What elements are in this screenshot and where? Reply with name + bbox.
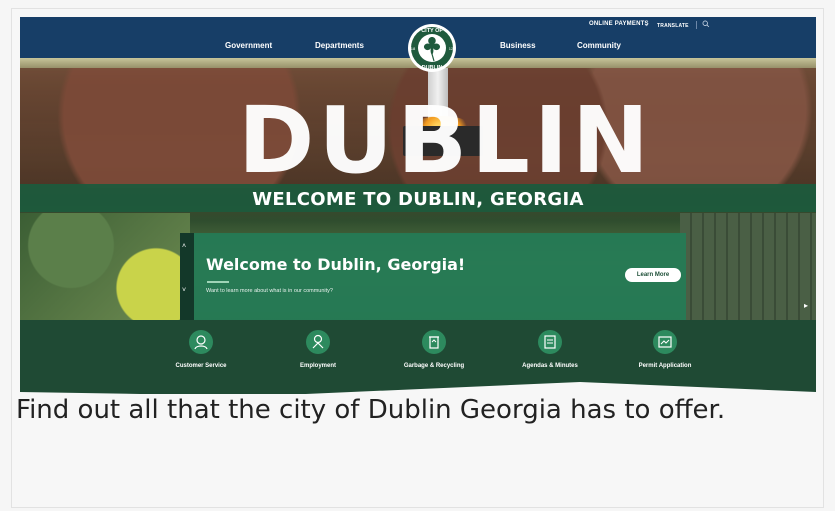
online-payments-link[interactable]: ONLINE PAYMENTS [589, 21, 649, 27]
fence-image [680, 213, 816, 320]
learn-more-button[interactable]: Learn More [625, 268, 681, 282]
website-screenshot[interactable]: ONLINE PAYMENTS ⌄ TRANSLATE Government D… [20, 17, 816, 394]
slide-up-arrow-icon[interactable]: ˄ [182, 243, 186, 250]
welcome-divider [207, 281, 229, 283]
quick-link-label: Permit Application [638, 363, 692, 369]
quick-link-label: Garbage & Recycling [403, 363, 465, 369]
quick-link-customer-service[interactable]: Customer Service [136, 330, 266, 369]
seal-year-left: 18 [411, 46, 416, 51]
welcome-subtitle: Want to learn more about what is in our … [206, 288, 333, 294]
slide-down-arrow-icon[interactable]: ˅ [182, 287, 186, 294]
link-preview-card[interactable]: ONLINE PAYMENTS ⌄ TRANSLATE Government D… [11, 8, 824, 508]
city-seal-logo[interactable]: CITY OF DUBLIN 18 12 [407, 23, 457, 73]
hero-big-word: DUBLIN [238, 87, 654, 194]
chevron-down-icon[interactable]: ⌄ [644, 21, 649, 28]
seal-bottom-text: DUBLIN [422, 65, 443, 71]
quick-link-label: Agendas & Minutes [522, 363, 578, 369]
quick-link-label: Customer Service [175, 363, 227, 369]
nav-business[interactable]: Business [500, 41, 536, 50]
welcome-title: Welcome to Dublin, Georgia! [206, 255, 466, 274]
quick-link-agendas-minutes[interactable]: Agendas & Minutes [485, 330, 615, 369]
nav-departments[interactable]: Departments [315, 41, 364, 50]
slide-next-arrow-icon[interactable]: ▸ [804, 301, 808, 310]
nav-community[interactable]: Community [577, 41, 621, 50]
nav-government[interactable]: Government [225, 41, 272, 50]
customer-service-icon [189, 330, 213, 354]
utility-divider [696, 21, 697, 29]
worker-image [20, 213, 190, 320]
seal-top-text: CITY OF [421, 28, 443, 34]
welcome-banner-text: WELCOME TO DUBLIN, GEORGIA [252, 189, 584, 210]
seal-year-right: 12 [449, 46, 454, 51]
link-description: Find out all that the city of Dublin Geo… [16, 395, 726, 425]
quick-link-label: Employment [299, 363, 336, 369]
search-icon[interactable] [702, 20, 710, 28]
quick-link-employment[interactable]: Employment [253, 330, 383, 369]
translate-link[interactable]: TRANSLATE [657, 23, 689, 29]
permit-icon [653, 330, 677, 354]
agenda-icon [538, 330, 562, 354]
recycling-icon [422, 330, 446, 354]
welcome-panel [194, 233, 686, 320]
employment-icon [306, 330, 330, 354]
quick-link-permit-application[interactable]: Permit Application [600, 330, 730, 369]
quick-link-garbage-recycling[interactable]: Garbage & Recycling [369, 330, 499, 369]
